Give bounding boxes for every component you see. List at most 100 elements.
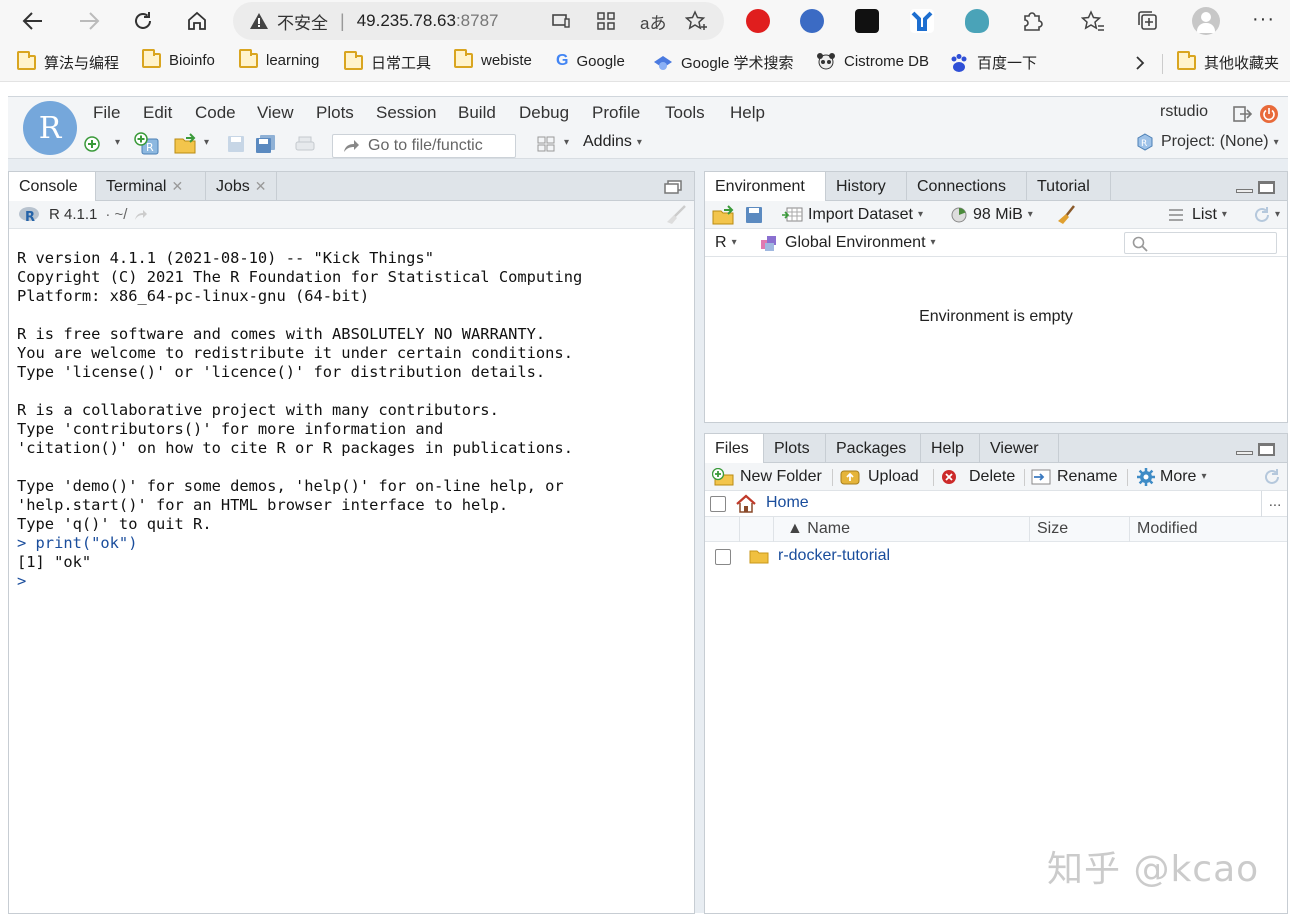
row-checkbox[interactable]	[715, 549, 731, 565]
apps-grid-icon[interactable]	[596, 11, 616, 31]
menu-edit[interactable]: Edit	[143, 103, 172, 123]
bookmark-item[interactable]: webiste	[454, 49, 532, 69]
upload-button[interactable]: Upload	[840, 468, 919, 486]
favorites-icon[interactable]	[1081, 9, 1105, 33]
address-bar[interactable]: 不安全 | 49.235.78.63:8787 aあ	[233, 2, 724, 40]
addins-menu[interactable]: Addins ▾	[583, 133, 642, 151]
close-icon[interactable]: ✕	[255, 178, 267, 195]
adblock-extension-icon[interactable]	[746, 9, 770, 33]
profile-avatar[interactable]	[1192, 7, 1220, 35]
refresh-icon[interactable]	[1262, 467, 1282, 487]
new-project-icon[interactable]: R	[134, 132, 160, 156]
load-workspace-icon[interactable]	[712, 204, 738, 225]
tab-viewer[interactable]: Viewer	[980, 434, 1059, 463]
extensions-puzzle-icon[interactable]	[1020, 9, 1044, 33]
save-workspace-icon[interactable]	[745, 206, 763, 224]
menu-view[interactable]: View	[257, 103, 294, 123]
bookmark-item[interactable]: Google 学术搜索	[653, 52, 794, 73]
bookmark-other[interactable]: 其他收藏夹	[1177, 51, 1279, 73]
language-menu[interactable]: R ▾	[715, 234, 737, 252]
back-button[interactable]	[16, 6, 50, 36]
tampermonkey-extension-icon[interactable]	[855, 9, 879, 33]
grid-layout-icon[interactable]	[537, 136, 555, 152]
new-folder-button[interactable]: New Folder	[712, 467, 822, 486]
breadcrumb-home[interactable]: Home	[766, 494, 809, 512]
menu-help[interactable]: Help	[730, 103, 765, 123]
bookmark-item[interactable]: G Google	[556, 52, 625, 70]
bookmark-item[interactable]: 日常工具	[344, 51, 431, 73]
forward-button[interactable]	[72, 6, 106, 36]
new-file-icon[interactable]	[84, 136, 100, 152]
import-dataset-menu[interactable]: Import Dataset ▾	[781, 206, 923, 224]
menu-code[interactable]: Code	[195, 103, 236, 123]
tab-files[interactable]: Files	[705, 434, 764, 464]
minimize-pane-icon[interactable]	[1236, 189, 1253, 193]
close-icon[interactable]: ✕	[171, 178, 183, 195]
clear-workspace-broom-icon[interactable]	[1056, 204, 1078, 225]
menu-file[interactable]: File	[93, 103, 120, 123]
bookmark-item[interactable]: Cistrome DB	[816, 52, 929, 70]
print-icon[interactable]	[295, 136, 315, 152]
home-button[interactable]	[180, 6, 214, 36]
env-search-input[interactable]	[1124, 232, 1277, 254]
bookmark-item[interactable]: 算法与编程	[17, 51, 119, 73]
home-icon[interactable]	[735, 494, 757, 514]
device-icon[interactable]	[551, 13, 571, 29]
column-header-name[interactable]: ▲ Name	[787, 520, 850, 538]
console-prompt[interactable]: >	[17, 572, 26, 590]
tab-jobs[interactable]: Jobs ✕	[206, 172, 277, 201]
project-menu[interactable]: R Project: (None) ▾	[1136, 133, 1279, 151]
go-to-file-input[interactable]: Go to file/functic	[332, 134, 516, 158]
new-file-dropdown-icon[interactable]: ▾	[115, 137, 120, 148]
vpn-extension-icon[interactable]	[910, 9, 934, 33]
minimize-pane-icon[interactable]	[1236, 451, 1253, 455]
menu-tools[interactable]: Tools	[665, 103, 705, 123]
tab-packages[interactable]: Packages	[826, 434, 921, 463]
maximize-pane-icon[interactable]	[1258, 181, 1275, 194]
sign-out-icon[interactable]	[1233, 105, 1253, 123]
reload-button[interactable]	[126, 6, 160, 36]
tab-environment[interactable]: Environment	[705, 172, 826, 202]
table-row[interactable]: r-docker-tutorial	[705, 542, 1287, 570]
add-favorite-icon[interactable]	[685, 10, 709, 32]
column-header-size[interactable]: Size	[1037, 520, 1068, 538]
tab-plots[interactable]: Plots	[764, 434, 826, 463]
translate-icon[interactable]: aあ	[640, 9, 666, 34]
fox-extension-icon[interactable]	[800, 9, 824, 33]
goto-dir-icon[interactable]	[133, 208, 149, 222]
more-path-button[interactable]: ...	[1261, 491, 1288, 517]
bookmark-item[interactable]: Bioinfo	[142, 49, 215, 69]
file-name-link[interactable]: r-docker-tutorial	[778, 547, 890, 565]
tab-tutorial[interactable]: Tutorial	[1027, 172, 1111, 201]
menu-profile[interactable]: Profile	[592, 103, 640, 123]
restore-pane-icon[interactable]	[664, 180, 682, 194]
tab-console[interactable]: Console	[9, 172, 96, 202]
grid-dropdown-icon[interactable]: ▾	[564, 137, 569, 148]
open-file-dropdown-icon[interactable]: ▾	[204, 137, 209, 148]
console-output[interactable]: R version 4.1.1 (2021-08-10) -- "Kick Th…	[17, 249, 582, 591]
quit-session-icon[interactable]	[1260, 105, 1278, 123]
tab-connections[interactable]: Connections	[907, 172, 1027, 201]
menu-build[interactable]: Build	[458, 103, 496, 123]
bookmark-item[interactable]: learning	[239, 49, 319, 69]
menu-session[interactable]: Session	[376, 103, 436, 123]
tab-help[interactable]: Help	[921, 434, 980, 463]
tab-terminal[interactable]: Terminal ✕	[96, 172, 206, 201]
memory-usage-menu[interactable]: 98 MiB ▾	[951, 206, 1033, 224]
select-all-checkbox[interactable]	[710, 496, 726, 512]
scope-menu[interactable]: Global Environment ▾	[760, 234, 936, 252]
settings-more-icon[interactable]: ···	[1252, 8, 1275, 31]
refresh-icon[interactable]	[1252, 205, 1272, 225]
tab-history[interactable]: History	[826, 172, 907, 201]
colorful-extension-icon[interactable]	[965, 9, 989, 33]
more-menu[interactable]: More ▾	[1136, 467, 1206, 487]
clear-console-icon[interactable]	[665, 204, 687, 225]
delete-button[interactable]: Delete	[940, 468, 1015, 486]
refresh-dropdown-icon[interactable]: ▾	[1275, 209, 1280, 220]
working-dir-label[interactable]: · ~/	[105, 206, 127, 223]
menu-plots[interactable]: Plots	[316, 103, 354, 123]
collections-icon[interactable]	[1136, 9, 1160, 33]
open-file-icon[interactable]	[174, 133, 200, 155]
chevron-right-icon[interactable]	[1134, 55, 1146, 71]
menu-debug[interactable]: Debug	[519, 103, 569, 123]
